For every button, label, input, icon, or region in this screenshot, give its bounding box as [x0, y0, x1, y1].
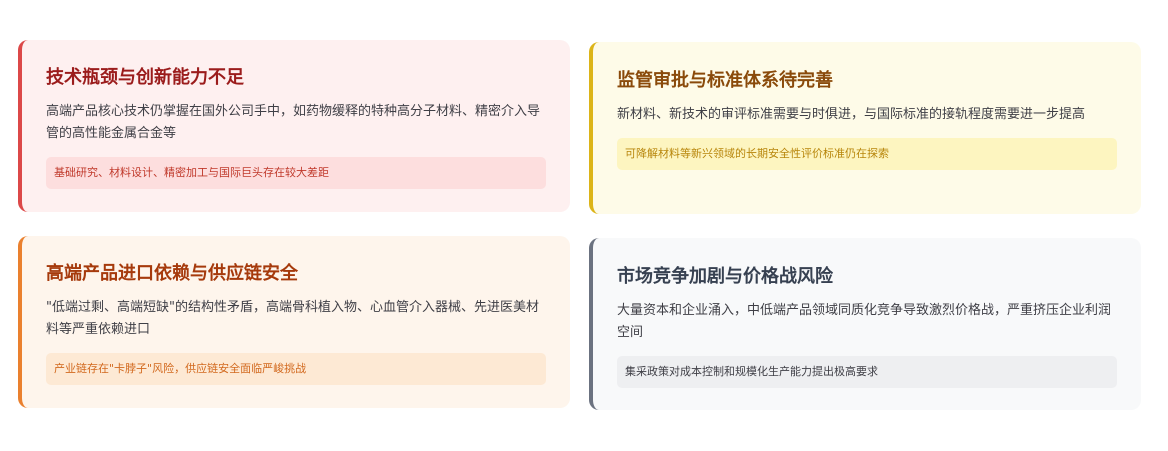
card-title: 技术瓶颈与创新能力不足 — [46, 67, 244, 88]
card-title: 监管审批与标准体系待完善 — [617, 70, 833, 91]
challenge-card-import-dependence: 高端产品进口依赖与供应链安全 "低端过剩、高端短缺"的结构性矛盾，高端骨科植入物… — [18, 236, 570, 408]
card-description: 新材料、新技术的审评标准需要与时俱进，与国际标准的接轨程度需要进一步提高 — [617, 107, 1086, 122]
challenge-card-regulation: 监管审批与标准体系待完善 新材料、新技术的审评标准需要与时俱进，与国际标准的接轨… — [589, 42, 1141, 214]
card-note: 基础研究、材料设计、精密加工与国际巨头存在较大差距 — [46, 157, 546, 189]
challenge-card-tech-bottleneck: 技术瓶颈与创新能力不足 高端产品核心技术仍掌握在国外公司手中，如药物缓释的特种高… — [18, 40, 570, 212]
card-note: 集采政策对成本控制和规模化生产能力提出极高要求 — [617, 356, 1117, 388]
card-note: 可降解材料等新兴领域的长期安全性评价标准仍在探索 — [617, 138, 1117, 170]
card-note: 产业链存在"卡脖子"风险，供应链安全面临严峻挑战 — [46, 353, 546, 385]
card-title: 高端产品进口依赖与供应链安全 — [46, 263, 298, 284]
card-description: "低端过剩、高端短缺"的结构性矛盾，高端骨科植入物、心血管介入器械、先进医美材料… — [46, 300, 539, 337]
challenge-card-market-competition: 市场竞争加剧与价格战风险 大量资本和企业涌入，中低端产品领域同质化竞争导致激烈价… — [589, 238, 1141, 410]
card-description: 高端产品核心技术仍掌握在国外公司手中，如药物缓释的特种高分子材料、精密介入导管的… — [46, 104, 541, 141]
card-title: 市场竞争加剧与价格战风险 — [617, 266, 833, 287]
card-description: 大量资本和企业涌入，中低端产品领域同质化竞争导致激烈价格战，严重挤压企业利润空间 — [617, 303, 1112, 340]
